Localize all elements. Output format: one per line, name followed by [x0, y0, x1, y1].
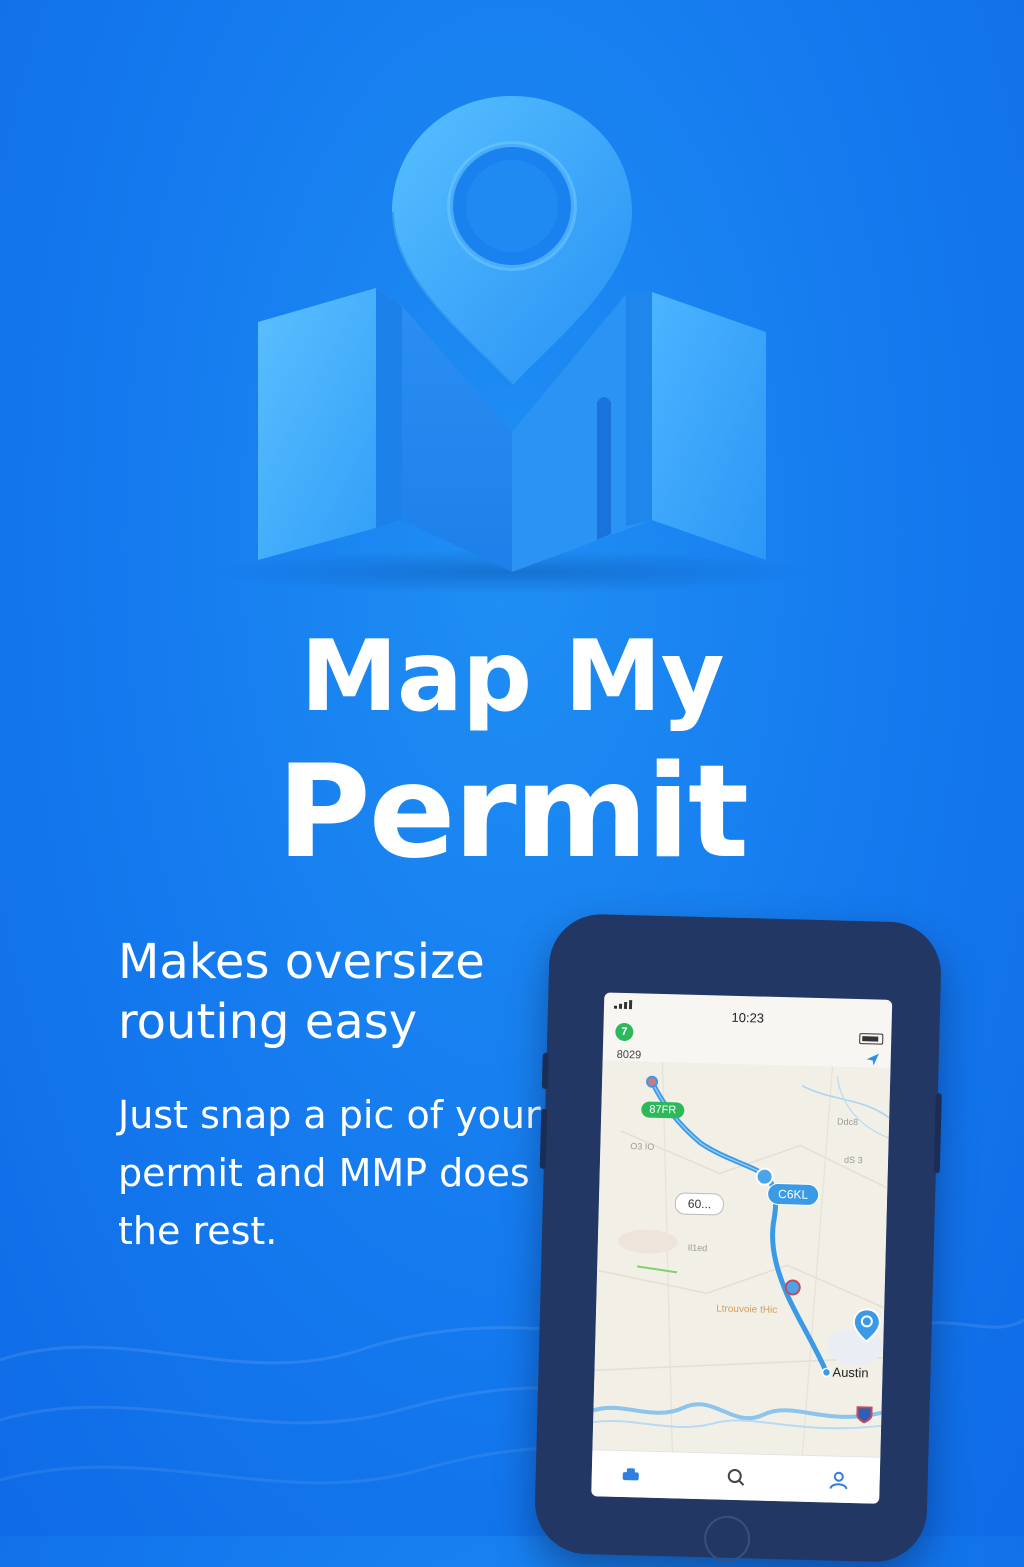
phone-mockup: 10:23 7 8029 87FR C6KL 60... O3 IO Ddc8 …: [533, 912, 943, 1564]
home-button[interactable]: [703, 1515, 751, 1563]
search-icon[interactable]: [724, 1467, 747, 1488]
location-pin-icon[interactable]: [851, 1307, 882, 1344]
faint-label: Ddc8: [836, 1116, 859, 1128]
phone-side-button: [933, 1093, 942, 1174]
tagline: Makes oversize routing easy: [118, 934, 485, 1050]
app-title-line-1: Map My: [300, 620, 724, 734]
notification-badge[interactable]: 7: [615, 1022, 634, 1042]
interstate-shield-icon: [856, 1406, 873, 1424]
route-code: 8029: [616, 1048, 642, 1062]
description: Just snap a pic of your permit and MMP d…: [118, 1093, 541, 1253]
truck-icon[interactable]: [620, 1464, 643, 1485]
distance-box[interactable]: 60...: [674, 1192, 725, 1216]
route-badge[interactable]: 87FR: [641, 1101, 685, 1119]
map-pin-logo-icon: [212, 96, 812, 594]
app-title-line-2: Permit: [276, 738, 749, 887]
navigation-arrow-icon[interactable]: [865, 1051, 881, 1067]
battery-icon: [859, 1033, 884, 1045]
phone-side-button: [541, 1052, 549, 1089]
profile-icon[interactable]: [827, 1469, 850, 1490]
city-label: Austin: [832, 1364, 869, 1381]
faint-label: Ltrouvoie tHic: [715, 1303, 778, 1317]
phone-side-button: [539, 1108, 548, 1169]
waypoint-badge[interactable]: C6KL: [766, 1182, 820, 1207]
route-map[interactable]: 87FR C6KL 60... O3 IO Ddc8 dS 3 Il1ed Lt…: [592, 1060, 891, 1458]
bottom-tab-bar: [591, 1449, 881, 1504]
faint-label: Il1ed: [687, 1242, 708, 1254]
phone-screen: 10:23 7 8029 87FR C6KL 60... O3 IO Ddc8 …: [591, 992, 893, 1504]
faint-label: dS 3: [843, 1154, 863, 1166]
faint-label: O3 IO: [630, 1141, 655, 1152]
